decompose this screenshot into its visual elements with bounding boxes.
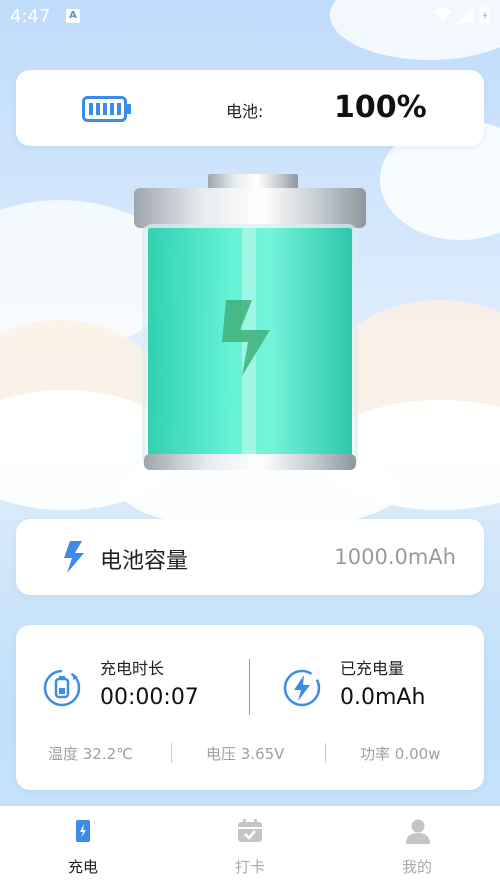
capacity-card: 电池容量 1000.0mAh — [16, 519, 484, 595]
bottom-tab-bar: 充电 打卡 我的 — [0, 806, 500, 888]
divider — [325, 743, 326, 763]
battery-percent: 100% — [334, 90, 427, 125]
calendar-check-icon — [238, 819, 262, 842]
charge-timer-icon — [43, 669, 81, 707]
battery-full-icon — [82, 96, 131, 122]
divider — [171, 743, 172, 763]
tab-charging[interactable]: 充电 — [0, 806, 166, 888]
capacity-label: 电池容量 — [100, 549, 189, 574]
battery-status-icon — [480, 6, 490, 24]
battery-label: 电池: — [226, 102, 264, 121]
tab-profile[interactable]: 我的 — [334, 806, 500, 888]
status-time: 4:47 — [10, 6, 51, 27]
charging-icon — [76, 820, 90, 842]
tab-checkin[interactable]: 打卡 — [167, 806, 333, 888]
notification-icon: A — [66, 9, 80, 23]
status-bar: 4:47 A — [0, 0, 500, 34]
battery-illustration — [134, 174, 366, 470]
charged-label: 已充电量 — [340, 659, 405, 678]
power-text: 功率 0.00w — [360, 745, 441, 763]
charged-amount-icon — [283, 669, 321, 707]
voltage-text: 电压 3.65V — [206, 745, 285, 763]
wifi-icon — [434, 7, 452, 22]
battery-level-card: 电池: 100% — [16, 70, 484, 146]
tab-label: 充电 — [67, 858, 98, 876]
lightning-icon — [64, 541, 84, 573]
signal-icon — [458, 7, 474, 23]
charge-time-value: 00:00:07 — [100, 685, 199, 710]
capacity-value: 1000.0mAh — [334, 545, 456, 569]
divider — [249, 659, 250, 715]
charging-stats-card: 充电时长 00:00:07 已充电量 0.0mAh 温度 32.2℃ 电压 3.… — [16, 625, 484, 790]
user-icon — [406, 819, 430, 844]
temperature-text: 温度 32.2℃ — [48, 745, 134, 763]
charged-value: 0.0mAh — [340, 685, 426, 710]
tab-label: 打卡 — [234, 858, 265, 876]
tab-label: 我的 — [401, 858, 432, 876]
charge-time-label: 充电时长 — [100, 659, 165, 678]
